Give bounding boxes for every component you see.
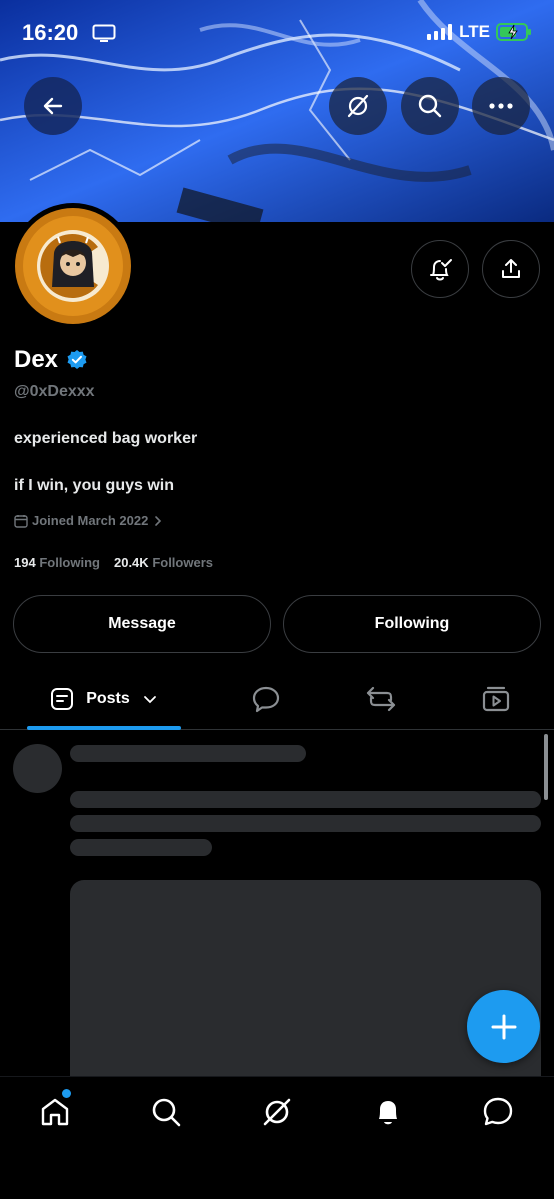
signal-icon bbox=[427, 24, 453, 40]
plus-icon bbox=[491, 1014, 516, 1039]
calendar-icon bbox=[14, 514, 28, 528]
home-icon bbox=[41, 1098, 69, 1126]
following-button[interactable]: Following bbox=[283, 595, 541, 653]
tab-reposts[interactable] bbox=[351, 670, 411, 728]
following-count-link[interactable]: 194 Following bbox=[14, 555, 100, 570]
nav-grok[interactable] bbox=[255, 1090, 299, 1134]
share-button[interactable] bbox=[482, 240, 540, 298]
profile-name: Dex bbox=[14, 346, 88, 374]
tab-replies[interactable] bbox=[236, 670, 296, 728]
tab-media[interactable] bbox=[466, 670, 526, 728]
skeleton-line bbox=[70, 745, 306, 762]
profile-handle: @0xDexxx bbox=[14, 383, 95, 400]
notifications-icon bbox=[379, 1101, 397, 1125]
arrow-left-icon bbox=[43, 97, 63, 115]
grok-button[interactable] bbox=[329, 77, 387, 135]
skeleton-avatar bbox=[13, 744, 62, 793]
screen-mirroring-icon bbox=[92, 24, 116, 42]
media-icon bbox=[482, 686, 510, 712]
skeleton-line bbox=[70, 791, 541, 808]
posts-icon bbox=[51, 688, 74, 710]
display-name: Dex bbox=[14, 346, 59, 373]
search-icon bbox=[152, 1098, 181, 1127]
more-options-button[interactable] bbox=[472, 77, 530, 135]
joined-text: Joined March 2022 bbox=[32, 513, 149, 528]
avatar[interactable] bbox=[10, 203, 136, 329]
scrollbar[interactable] bbox=[544, 734, 548, 800]
following-count: 194 bbox=[14, 555, 36, 570]
profile-tabs: Posts bbox=[0, 670, 554, 730]
active-tab-indicator bbox=[27, 726, 181, 730]
compose-post-button[interactable] bbox=[467, 990, 540, 1063]
verified-badge-icon[interactable] bbox=[66, 349, 88, 371]
reposts-icon bbox=[366, 686, 396, 712]
home-notification-dot bbox=[62, 1089, 71, 1098]
bio-line-1: experienced bag worker bbox=[14, 430, 198, 447]
skeleton-line bbox=[70, 815, 541, 832]
grok-icon bbox=[263, 1098, 291, 1126]
status-time: 16:20 bbox=[22, 20, 79, 45]
following-button-label: Following bbox=[374, 615, 450, 632]
avatar-image bbox=[15, 208, 131, 324]
joined-date[interactable]: Joined March 2022 bbox=[14, 513, 164, 528]
search-button[interactable] bbox=[401, 77, 459, 135]
network-type: LTE bbox=[459, 22, 490, 41]
tab-posts[interactable]: Posts bbox=[27, 670, 181, 728]
follow-counts: 194 Following 20.4K Followers bbox=[14, 555, 213, 570]
status-indicators: LTE bbox=[427, 22, 532, 42]
nav-home[interactable] bbox=[33, 1090, 77, 1134]
back-button[interactable] bbox=[24, 77, 82, 135]
more-dots-icon bbox=[489, 103, 513, 109]
message-button[interactable]: Message bbox=[13, 595, 271, 653]
bell-check-icon bbox=[430, 259, 452, 281]
chevron-right-icon bbox=[155, 515, 162, 526]
chevron-down-icon bbox=[143, 696, 156, 704]
bio-line-2: if I win, you guys win bbox=[14, 477, 175, 494]
followers-count-link[interactable]: 20.4K Followers bbox=[114, 555, 213, 570]
status-bar: 16:20 LTE bbox=[0, 0, 554, 66]
replies-icon bbox=[252, 686, 280, 713]
skeleton-line bbox=[70, 839, 212, 856]
skeleton-media bbox=[70, 880, 541, 1076]
battery-charging-icon bbox=[496, 23, 531, 41]
followers-count: 20.4K bbox=[113, 555, 149, 570]
message-button-label: Message bbox=[108, 615, 176, 632]
nav-notifications[interactable] bbox=[366, 1090, 410, 1134]
nav-messages[interactable] bbox=[476, 1090, 520, 1134]
following-label: Following bbox=[39, 555, 100, 570]
nav-search[interactable] bbox=[144, 1090, 188, 1134]
notifications-subscribe-button[interactable] bbox=[411, 240, 469, 298]
search-icon bbox=[418, 94, 442, 118]
share-icon bbox=[502, 259, 520, 278]
tab-posts-label: Posts bbox=[86, 690, 130, 707]
messages-icon bbox=[483, 1097, 513, 1126]
grok-icon bbox=[347, 94, 369, 118]
followers-label: Followers bbox=[152, 555, 213, 570]
